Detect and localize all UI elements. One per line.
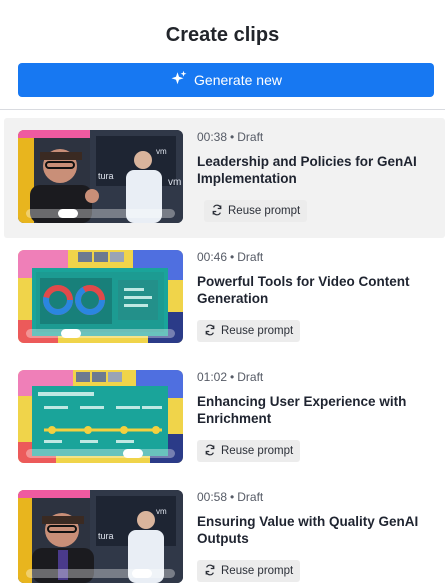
clip-info: 00:38 • Draft Leadership and Policies for … <box>197 130 437 187</box>
clip-status: Draft <box>237 370 264 384</box>
reuse-prompt-button[interactable]: Reuse prompt <box>204 200 308 222</box>
refresh-icon <box>204 324 216 339</box>
reuse-prompt-label: Reuse prompt <box>221 445 294 457</box>
panel-title: Create clips <box>165 24 280 46</box>
clip-thumbnail[interactable] <box>18 370 183 463</box>
clip-duration: 01:02 <box>197 370 228 384</box>
separator-dot: • <box>230 490 235 504</box>
clip-info: 00:46 • Draft Powerful Tools for Video Con… <box>197 250 437 307</box>
generate-new-label: Generate new <box>194 72 282 88</box>
divider <box>0 109 445 110</box>
clip-info: 01:02 • Draft Enhancing User Experience wi… <box>197 370 437 427</box>
reuse-prompt-label: Reuse prompt <box>221 325 294 337</box>
clip-title: Ensuring Value with Quality GenAI Output… <box>197 514 419 546</box>
separator-dot: • <box>230 130 235 144</box>
reuse-prompt-button[interactable]: Reuse prompt <box>197 320 301 342</box>
clip-item[interactable]: 00:46 • Draft Powerful Tools for Video Con… <box>0 238 445 358</box>
create-clips-panel: Create clips Generate new tura vm vm 00:… <box>0 0 445 583</box>
svg-text:vm: vm <box>156 507 167 516</box>
generate-new-button[interactable]: Generate new <box>18 63 434 97</box>
clip-title: Powerful Tools for Video Content Generat… <box>197 274 410 306</box>
separator-dot: • <box>230 370 235 384</box>
clips-list: tura vm vm 00:38 • Draft Leadership and … <box>0 118 445 583</box>
clip-info: 00:58 • Draft Ensuring Value with Quality … <box>197 490 437 547</box>
clip-item[interactable]: 01:02 • Draft Enhancing User Experience wi… <box>0 358 445 478</box>
svg-text:vm: vm <box>168 177 181 188</box>
clip-title: Leadership and Policies for GenAI Implem… <box>197 154 417 186</box>
reuse-prompt-label: Reuse prompt <box>221 565 294 577</box>
clip-thumbnail[interactable]: tura vm <box>18 490 183 583</box>
clip-item[interactable]: tura vm 00:58 • Draft Ensuring Value with … <box>0 478 445 583</box>
clip-title: Enhancing User Experience with Enrichmen… <box>197 394 407 426</box>
refresh-icon <box>211 204 223 219</box>
reuse-prompt-button[interactable]: Reuse prompt <box>197 560 301 582</box>
reuse-prompt-label: Reuse prompt <box>228 205 301 217</box>
refresh-icon <box>204 564 216 579</box>
clip-thumbnail[interactable]: tura vm vm <box>18 130 183 223</box>
clip-meta: 01:02 • Draft <box>197 370 437 386</box>
clip-item[interactable]: tura vm vm 00:38 • Draft Leadership and … <box>4 118 445 238</box>
sparkle-icon <box>170 70 188 91</box>
clip-status: Draft <box>237 250 264 264</box>
clip-status: Draft <box>237 490 264 504</box>
svg-text:vm: vm <box>156 147 167 156</box>
clip-duration: 00:38 <box>197 130 228 144</box>
refresh-icon <box>204 444 216 459</box>
clip-status: Draft <box>237 130 264 144</box>
thumbnail-scrubber[interactable] <box>26 209 175 218</box>
svg-text:tura: tura <box>98 171 114 181</box>
clip-meta: 00:38 • Draft <box>197 130 437 146</box>
clip-duration: 00:46 <box>197 250 228 264</box>
thumbnail-scrubber[interactable] <box>26 569 175 578</box>
clip-meta: 00:46 • Draft <box>197 250 437 266</box>
clip-meta: 00:58 • Draft <box>197 490 437 506</box>
svg-text:tura: tura <box>98 531 114 541</box>
separator-dot: • <box>230 250 235 264</box>
thumbnail-scrubber[interactable] <box>26 329 175 338</box>
reuse-prompt-button[interactable]: Reuse prompt <box>197 440 301 462</box>
thumbnail-scrubber[interactable] <box>26 449 175 458</box>
clip-thumbnail[interactable] <box>18 250 183 343</box>
clip-duration: 00:58 <box>197 490 228 504</box>
